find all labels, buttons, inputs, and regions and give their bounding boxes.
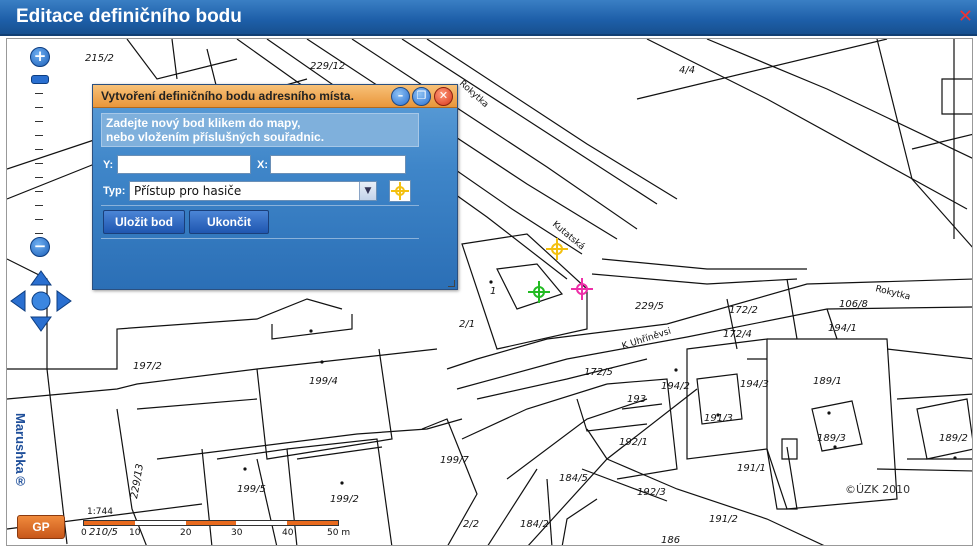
marker-pink[interactable] xyxy=(571,278,593,300)
scale-ticks: 0 10 20 30 40 50 m xyxy=(81,528,381,540)
x-label: X: xyxy=(257,159,268,171)
map-label: 197/2 xyxy=(133,361,162,372)
restore-icon[interactable]: ❐ xyxy=(412,87,431,106)
scale-ratio: 1:744 xyxy=(87,507,113,517)
map-label: 215/2 xyxy=(85,53,114,64)
map-label: 1 xyxy=(490,286,496,297)
hint-line-2: nebo vložením příslušných souřadnic. xyxy=(106,130,325,144)
type-label: Typ: xyxy=(103,185,126,197)
hint-line-1: Zadejte nový bod klikem do mapy, xyxy=(106,116,301,130)
map-label: 172/5 xyxy=(584,367,613,378)
y-coordinate-input[interactable] xyxy=(117,155,251,174)
window-title: Editace definičního bodu xyxy=(16,6,242,27)
y-label: Y: xyxy=(103,159,114,171)
pan-control[interactable] xyxy=(9,269,73,333)
map-label: 192/3 xyxy=(637,487,666,498)
map-label: 192/1 xyxy=(619,437,648,448)
map-label: 189/3 xyxy=(817,433,846,444)
zoom-out-button[interactable]: − xyxy=(30,237,50,257)
scale-tick: 30 xyxy=(231,528,243,538)
map-label: 229/13 xyxy=(129,463,146,500)
dialog-header[interactable]: Vytvoření definičního bodu adresního mís… xyxy=(93,85,457,108)
chevron-down-icon[interactable]: ▼ xyxy=(359,182,376,200)
copyright: ©ÚZK 2010 xyxy=(845,483,911,496)
window-title-bar: Editace definičního bodu ✕ xyxy=(0,0,977,36)
map-label: 189/1 xyxy=(813,376,842,387)
map-label: 229/5 xyxy=(635,301,664,312)
resize-grip[interactable] xyxy=(448,280,455,287)
brand-name: Marushka® xyxy=(13,413,28,489)
button-row: Uložit bod Ukončit xyxy=(101,205,419,239)
map-label: 191/2 xyxy=(709,514,738,525)
type-select[interactable]: Přístup pro hasiče ▼ xyxy=(129,181,377,201)
map-label: 193 xyxy=(627,394,646,405)
map-label: 199/2 xyxy=(330,494,359,505)
map-label: 4/4 xyxy=(679,65,695,76)
scale-tick: 20 xyxy=(180,528,192,538)
zoom-in-button[interactable]: + xyxy=(30,47,50,67)
map-label: 189/2 xyxy=(939,433,968,444)
save-point-button[interactable]: Uložit bod xyxy=(103,210,185,234)
map-label: 2/1 xyxy=(459,319,475,330)
street-label: K Uhříněvsi xyxy=(621,327,673,352)
minimize-icon[interactable]: – xyxy=(391,87,410,106)
map-label: 2/2 xyxy=(463,519,479,530)
type-select-value: Přístup pro hasiče xyxy=(134,184,242,198)
marker-yellow[interactable] xyxy=(546,238,568,260)
zoom-slider-handle[interactable] xyxy=(31,75,49,84)
map-label: 194/3 xyxy=(740,379,769,390)
street-label: Kutatská xyxy=(550,220,586,253)
street-label: Rokytka xyxy=(874,284,911,302)
map-label: 191/1 xyxy=(737,463,766,474)
crosshair-icon xyxy=(391,182,409,200)
dialog-close-icon[interactable]: ✕ xyxy=(434,87,453,106)
close-icon[interactable]: ✕ xyxy=(958,8,973,26)
create-point-dialog: Vytvoření definičního bodu adresního mís… xyxy=(92,84,458,290)
map-label: 184/2 xyxy=(520,519,549,530)
x-coordinate-input[interactable] xyxy=(270,155,406,174)
dialog-title: Vytvoření definičního bodu adresního mís… xyxy=(101,89,354,103)
scale-tick: 40 xyxy=(282,528,294,538)
type-row: Typ: Přístup pro hasiče ▼ xyxy=(101,179,419,203)
map-label: 229/12 xyxy=(310,61,345,72)
scale-tick: 0 xyxy=(81,528,87,538)
finish-button[interactable]: Ukončit xyxy=(189,210,269,234)
map-label: 172/4 xyxy=(723,329,752,340)
map-label: 199/5 xyxy=(237,484,266,495)
scale-bar xyxy=(83,520,339,526)
scale-tick: 50 m xyxy=(327,528,351,538)
dialog-hint: Zadejte nový bod klikem do mapy, nebo vl… xyxy=(101,113,419,147)
coordinates-row: Y: X: xyxy=(101,153,419,177)
map-label: 191/3 xyxy=(704,413,733,424)
scale-tick: 10 xyxy=(129,528,141,538)
zoom-slider-track[interactable] xyxy=(31,67,47,245)
map-label: 184/5 xyxy=(559,473,588,484)
map-label: 186 xyxy=(661,535,680,546)
map-label: 194/1 xyxy=(828,323,857,334)
map-label: 172/2 xyxy=(729,305,758,316)
street-label: Rokytka xyxy=(457,79,490,110)
map-label: 199/7 xyxy=(440,455,469,466)
map-label: 194/2 xyxy=(661,381,690,392)
point-symbol-button[interactable] xyxy=(389,180,411,202)
logo: GP xyxy=(17,515,65,539)
map-label: 106/8 xyxy=(839,299,868,310)
map-label: 199/4 xyxy=(309,376,338,387)
